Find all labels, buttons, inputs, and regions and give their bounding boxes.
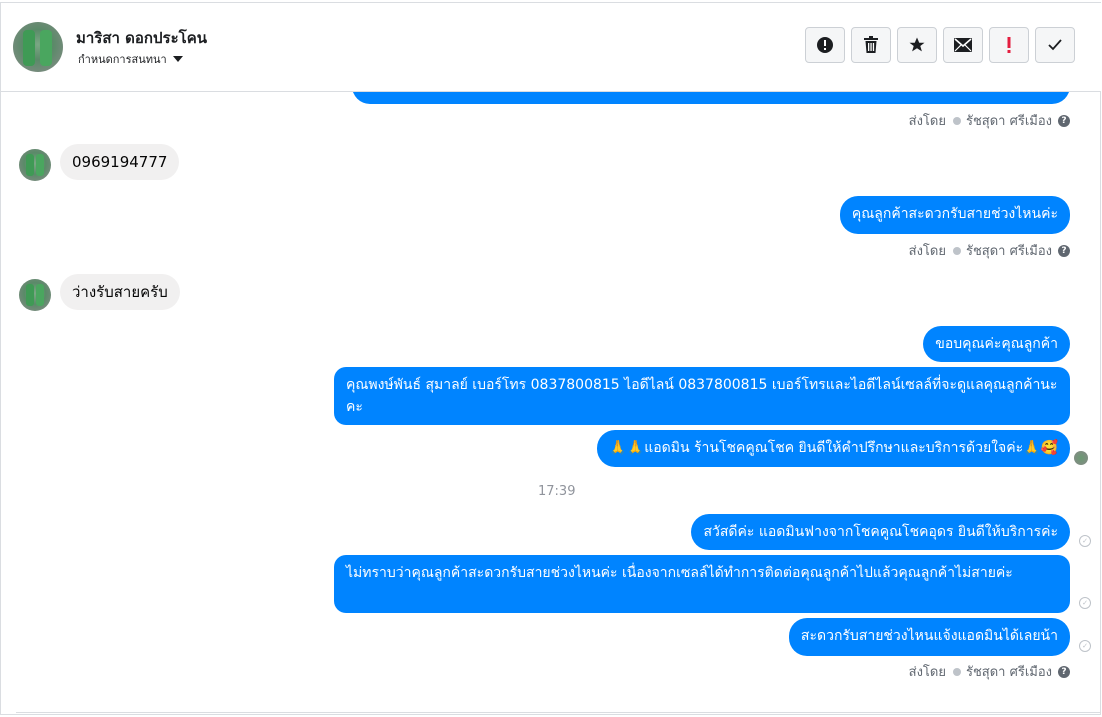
assign-conversation-dropdown[interactable]: กำหนดการสนทนา — [78, 50, 183, 68]
contact-name[interactable]: มาริสา ดอกประโคน — [76, 26, 207, 50]
page-icon — [952, 116, 961, 125]
outgoing-message[interactable]: คุณลูกค้าสะดวกรับสายช่วงไหนค่ะ — [839, 196, 1070, 234]
follow-up-button[interactable] — [989, 27, 1029, 63]
header-actions — [805, 27, 1075, 63]
star-button[interactable] — [897, 27, 937, 63]
help-icon[interactable]: ? — [1058, 244, 1070, 257]
spam-button[interactable] — [805, 27, 845, 63]
composer-area[interactable] — [16, 712, 1101, 717]
outgoing-message[interactable]: สวัสดีค่ะ แอดมินฟางจากโชคคูณโชคอุดร ยินด… — [691, 514, 1070, 550]
page-icon — [952, 667, 961, 676]
sender-name[interactable]: รัชสุดา ศรีเมือง — [966, 110, 1052, 131]
conversation-header: มาริสา ดอกประโคน กำหนดการสนทนา — [1, 3, 1101, 92]
exclamation-icon — [1007, 37, 1011, 53]
timestamp: 17:39 — [538, 484, 576, 499]
message-thread[interactable]: ส่งโดย รัชสุดา ศรีเมือง ? 0969194777 คุณ… — [1, 92, 1101, 712]
mail-icon — [954, 38, 972, 52]
contact-avatar-small[interactable] — [19, 279, 51, 311]
help-icon[interactable]: ? — [1058, 114, 1070, 127]
caret-down-icon — [172, 56, 183, 62]
help-icon[interactable]: ? — [1058, 665, 1070, 678]
sender-name[interactable]: รัชสุดา ศรีเมือง — [966, 240, 1052, 261]
delivered-check-icon: ✓ — [1079, 640, 1091, 652]
incoming-message[interactable]: 0969194777 — [60, 144, 180, 180]
trash-icon — [864, 36, 878, 53]
contact-avatar-small[interactable] — [19, 149, 51, 181]
delivered-check-icon: ✓ — [1079, 597, 1091, 609]
assign-label: กำหนดการสนทนา — [78, 53, 167, 66]
page-icon — [952, 246, 961, 255]
incoming-message[interactable]: ว่างรับสายครับ — [60, 274, 180, 310]
outgoing-message[interactable]: ขอบคุณค่ะคุณลูกค้า — [923, 326, 1070, 362]
contact-avatar[interactable] — [13, 22, 63, 72]
mark-done-button[interactable] — [1035, 27, 1075, 63]
message-bubble-partial[interactable] — [352, 92, 1070, 104]
delivered-check-icon: ✓ — [1079, 535, 1091, 547]
star-icon — [909, 37, 925, 52]
outgoing-message[interactable]: สะดวกรับสายช่วงไหนแจ้งแอดมินได้เลยน้า — [788, 618, 1070, 656]
outgoing-message[interactable]: 🙏🙏แอดมิน ร้านโชคคูณโชค ยินดีให้คำปรึกษาแ… — [597, 430, 1070, 467]
outgoing-message[interactable]: ไม่ทราบว่าคุณลูกค้าสะดวกรับสายช่วงไหนค่ะ… — [334, 555, 1070, 613]
check-icon — [1048, 39, 1062, 51]
seen-avatar — [1074, 451, 1088, 465]
sent-by-row: ส่งโดย รัชสุดา ศรีเมือง ? — [909, 661, 1070, 682]
outgoing-message[interactable]: คุณพงษ์พันธ์ สุมาลย์ เบอร์โทร 0837800815… — [334, 367, 1070, 425]
sender-name[interactable]: รัชสุดา ศรีเมือง — [966, 661, 1052, 682]
mark-unread-button[interactable] — [943, 27, 983, 63]
sent-by-row: ส่งโดย รัชสุดา ศรีเมือง ? — [909, 110, 1070, 131]
alert-icon — [817, 37, 833, 53]
sent-by-row: ส่งโดย รัชสุดา ศรีเมือง ? — [909, 240, 1070, 261]
delete-button[interactable] — [851, 27, 891, 63]
